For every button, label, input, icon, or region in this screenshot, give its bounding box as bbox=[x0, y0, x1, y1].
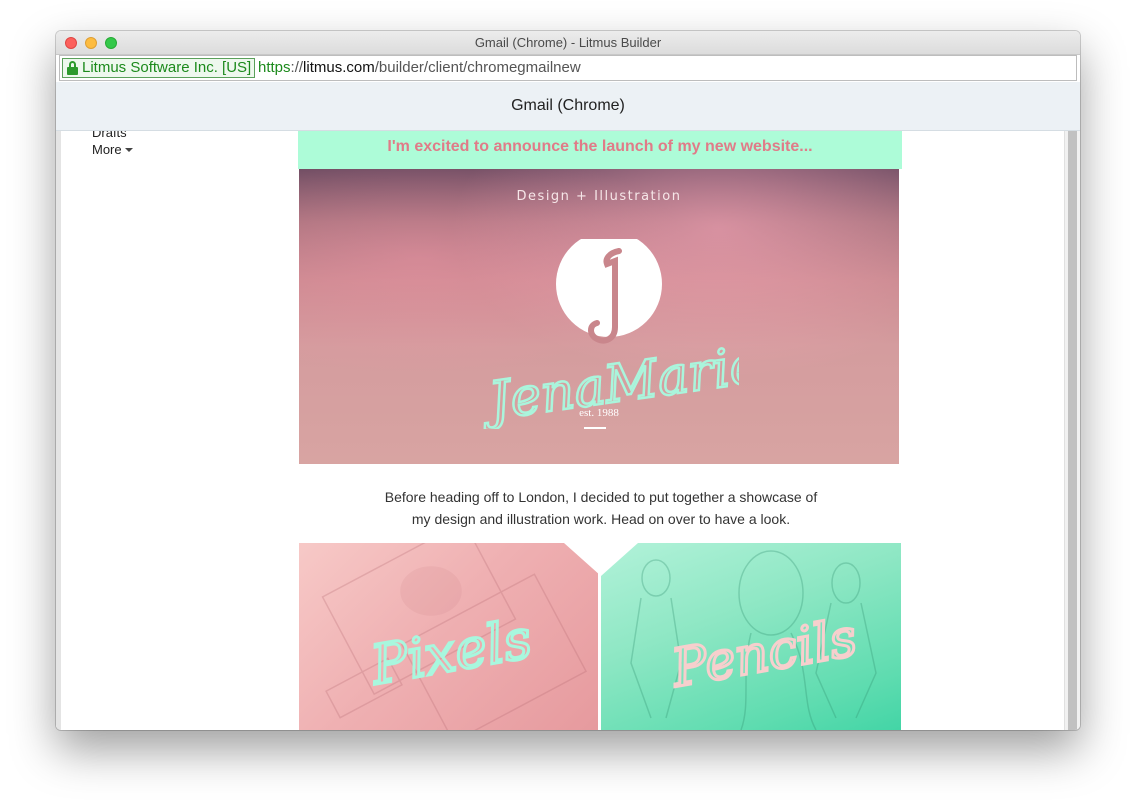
vertical-scrollbar[interactable] bbox=[1064, 131, 1080, 730]
pencils-tile[interactable]: Pencils bbox=[601, 543, 901, 730]
pencils-artwork: Pencils bbox=[630, 550, 877, 730]
caret-down-icon bbox=[124, 147, 133, 152]
client-name-header: Gmail (Chrome) bbox=[56, 82, 1080, 131]
tile-notch bbox=[564, 543, 638, 576]
email-preview-viewport: Drafts More I'm excited to announce the … bbox=[56, 131, 1064, 730]
body-line-2: my design and illustration work. Head on… bbox=[411, 511, 791, 527]
browser-window: Gmail (Chrome) - Litmus Builder Litmus S… bbox=[56, 31, 1080, 730]
pixels-label: Pixels bbox=[366, 607, 536, 697]
title-bar: Gmail (Chrome) - Litmus Builder bbox=[56, 31, 1080, 55]
url-scheme: https bbox=[258, 59, 291, 76]
hero-tagline: Design + Illustration bbox=[516, 189, 682, 204]
gmail-nav-more-label: More bbox=[92, 142, 122, 157]
email-body-text: Before heading off to London, I decided … bbox=[346, 486, 856, 530]
url-text[interactable]: https://litmus.com/builder/client/chrome… bbox=[258, 59, 581, 77]
left-edge-shade bbox=[56, 131, 61, 730]
lock-icon bbox=[67, 61, 78, 75]
hero-est-year: est. 1988 bbox=[579, 407, 619, 419]
url-path: /builder/client/chromegmailnew bbox=[374, 59, 581, 76]
pixels-tile[interactable]: Pixels bbox=[299, 543, 598, 730]
scrollbar-thumb[interactable] bbox=[1068, 131, 1077, 730]
body-line-1: Before heading off to London, I decided … bbox=[384, 489, 818, 505]
gmail-nav-drafts[interactable]: Drafts bbox=[92, 131, 127, 140]
announcement-banner: I'm excited to announce the launch of my… bbox=[298, 131, 902, 169]
secure-identity-badge[interactable]: Litmus Software Inc. [US] bbox=[62, 58, 256, 78]
hero-underline bbox=[584, 427, 606, 429]
gmail-nav-more[interactable]: More bbox=[92, 142, 133, 157]
url-separator: :// bbox=[290, 59, 304, 76]
pencils-label: Pencils bbox=[667, 608, 862, 700]
secure-identity-label: Litmus Software Inc. [US] bbox=[82, 59, 252, 76]
address-bar[interactable]: Litmus Software Inc. [US] https://litmus… bbox=[59, 55, 1077, 81]
window-title: Gmail (Chrome) - Litmus Builder bbox=[474, 35, 662, 50]
jenamarie-logo: JenaMarie bbox=[475, 239, 739, 429]
pixels-artwork: Pixels bbox=[321, 543, 588, 730]
hero-image[interactable]: Design + Illustration JenaMarie est. 198… bbox=[299, 169, 899, 464]
url-domain: litmus.com bbox=[303, 59, 375, 76]
